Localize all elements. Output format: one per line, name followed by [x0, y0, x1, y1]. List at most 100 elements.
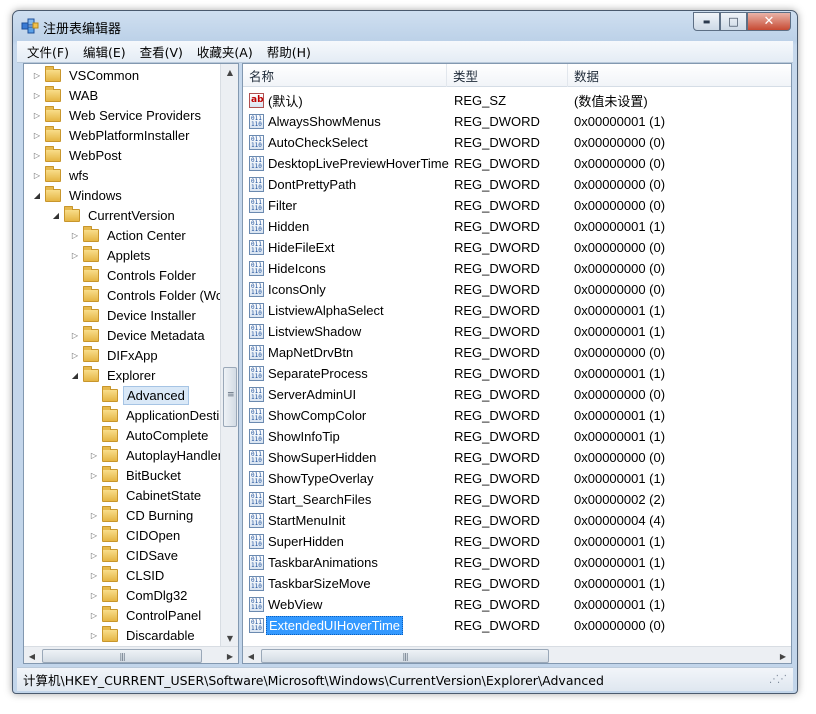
value-row[interactable]: 011 110 ShowTypeOverlay REG_DWORD 0x0000000…	[243, 468, 789, 489]
menu-edit[interactable]: 编辑(E)	[83, 42, 126, 61]
value-row[interactable]: 011 110 SeparateProcess REG_DWORD 0x0000000…	[243, 363, 789, 384]
column-type-header[interactable]: 类型	[447, 64, 568, 87]
collapse-arrow-icon[interactable]: ◢	[70, 370, 80, 380]
tree-item[interactable]: ▷ CIDSave	[89, 545, 181, 565]
tree-item[interactable]: ▷ Applets	[70, 245, 153, 265]
tree-item[interactable]: ▷ BitBucket	[89, 465, 184, 485]
tree-item[interactable]: CabinetState	[89, 485, 204, 505]
resize-grip-icon[interactable]: ⋰⋰	[769, 674, 787, 685]
maximize-button[interactable]: □	[720, 12, 747, 31]
expand-arrow-icon[interactable]: ▷	[32, 70, 42, 80]
minimize-button[interactable]: ▬	[693, 12, 720, 31]
scroll-up-arrow-icon[interactable]: ▲	[222, 64, 238, 80]
collapse-arrow-icon[interactable]: ◢	[51, 210, 61, 220]
value-row[interactable]: 011 110 WebView REG_DWORD 0x00000001 (1)	[243, 594, 789, 615]
tree-item[interactable]: ▷ CD Burning	[89, 505, 196, 525]
value-row[interactable]: 011 110 StartMenuInit REG_DWORD 0x00000004 …	[243, 510, 789, 531]
tree-item[interactable]: ▷ ComDlg32	[89, 585, 190, 605]
expand-arrow-icon[interactable]: ▷	[89, 610, 99, 620]
value-row[interactable]: 011 110 HideIcons REG_DWORD 0x00000000 (0)	[243, 258, 789, 279]
close-button[interactable]: ✕	[747, 12, 791, 31]
tree-item[interactable]: ▷ WAB	[32, 85, 101, 105]
scroll-down-arrow-icon[interactable]: ▼	[222, 630, 238, 646]
value-row[interactable]: 011 110 MapNetDrvBtn REG_DWORD 0x00000000 (…	[243, 342, 789, 363]
values-horizontal-scrollbar[interactable]: ◀ ||| ▶	[243, 646, 791, 663]
tree-item[interactable]: Device Installer	[70, 305, 199, 325]
collapse-arrow-icon[interactable]: ◢	[32, 190, 42, 200]
scroll-left-arrow-icon[interactable]: ◀	[243, 648, 259, 663]
tree-vertical-scrollbar[interactable]: ▲ ≡ ▼	[220, 64, 238, 646]
value-row[interactable]: 011 110 AlwaysShowMenus REG_DWORD 0x0000000…	[243, 111, 789, 132]
tree-item[interactable]: Controls Folder	[70, 265, 199, 285]
tree-item[interactable]: ▷ Device Metadata	[70, 325, 208, 345]
value-row[interactable]: 011 110 IconsOnly REG_DWORD 0x00000000 (0)	[243, 279, 789, 300]
tree-scroll-thumb[interactable]: ≡	[223, 367, 237, 427]
expand-arrow-icon[interactable]: ▷	[70, 230, 80, 240]
value-row[interactable]: 011 110 SuperHidden REG_DWORD 0x00000001 (1…	[243, 531, 789, 552]
tree-horizontal-scrollbar[interactable]: ◀ ||| ▶	[24, 646, 238, 663]
expand-arrow-icon[interactable]: ▷	[32, 110, 42, 120]
value-row[interactable]: 011 110 DontPrettyPath REG_DWORD 0x00000000…	[243, 174, 789, 195]
tree-item[interactable]: ◢ Explorer	[70, 365, 158, 385]
scroll-left-arrow-icon[interactable]: ◀	[24, 648, 40, 663]
expand-arrow-icon[interactable]: ▷	[89, 590, 99, 600]
value-row[interactable]: 011 110 Filter REG_DWORD 0x00000000 (0)	[243, 195, 789, 216]
tree-item[interactable]: ▷ VSCommon	[32, 65, 142, 85]
tree-item[interactable]: ▷ WebPost	[32, 145, 125, 165]
tree-item[interactable]: ▷ Web Service Providers	[32, 105, 204, 125]
scroll-right-arrow-icon[interactable]: ▶	[222, 648, 238, 663]
menu-view[interactable]: 查看(V)	[140, 42, 183, 61]
value-row[interactable]: ab (默认) REG_SZ (数值未设置)	[243, 90, 789, 111]
value-row[interactable]: 011 110 DesktopLivePreviewHoverTime REG_DW…	[243, 153, 789, 174]
value-row[interactable]: 011 110 ListviewShadow REG_DWORD 0x00000001…	[243, 321, 789, 342]
tree-item[interactable]: ▷ CIDOpen	[89, 525, 183, 545]
tree-item[interactable]: ▷ WebPlatformInstaller	[32, 125, 192, 145]
tree-item[interactable]: ◢ Windows	[32, 185, 125, 205]
expand-arrow-icon[interactable]: ▷	[32, 150, 42, 160]
tree-item[interactable]: ApplicationDestin	[89, 405, 220, 425]
menu-file[interactable]: 文件(F)	[27, 42, 69, 61]
column-data-header[interactable]: 数据	[568, 64, 789, 87]
expand-arrow-icon[interactable]: ▷	[32, 170, 42, 180]
tree-item[interactable]: ▷ Discardable	[89, 625, 198, 645]
value-row[interactable]: 011 110 ShowCompColor REG_DWORD 0x00000001 …	[243, 405, 789, 426]
scroll-right-arrow-icon[interactable]: ▶	[775, 648, 791, 663]
expand-arrow-icon[interactable]: ▷	[89, 550, 99, 560]
expand-arrow-icon[interactable]: ▷	[70, 250, 80, 260]
expand-arrow-icon[interactable]: ▷	[89, 450, 99, 460]
value-row[interactable]: 011 110 ShowInfoTip REG_DWORD 0x00000001 (1…	[243, 426, 789, 447]
expand-arrow-icon[interactable]: ▷	[89, 470, 99, 480]
value-row[interactable]: 011 110 HideFileExt REG_DWORD 0x00000000 (0…	[243, 237, 789, 258]
menu-favorites[interactable]: 收藏夹(A)	[197, 42, 253, 61]
value-row[interactable]: 011 110 ExtendedUIHoverTime REG_DWORD 0x000…	[243, 615, 789, 636]
values-hscroll-thumb[interactable]: |||	[261, 649, 549, 663]
tree-item[interactable]: ◢ CurrentVersion	[51, 205, 178, 225]
value-row[interactable]: 011 110 Hidden REG_DWORD 0x00000001 (1)	[243, 216, 789, 237]
tree-item[interactable]: ▷ AutoplayHandler	[89, 445, 220, 465]
column-name-header[interactable]: 名称	[243, 64, 447, 87]
tree-hscroll-thumb[interactable]: |||	[42, 649, 202, 663]
menu-help[interactable]: 帮助(H)	[267, 42, 311, 61]
title-bar[interactable]: 注册表编辑器 ▬ □ ✕	[13, 11, 797, 41]
expand-arrow-icon[interactable]: ▷	[32, 130, 42, 140]
tree-item[interactable]: ▷ Action Center	[70, 225, 189, 245]
tree-item[interactable]: AutoComplete	[89, 425, 211, 445]
expand-arrow-icon[interactable]: ▷	[70, 350, 80, 360]
expand-arrow-icon[interactable]: ▷	[89, 570, 99, 580]
tree-item[interactable]: Advanced	[89, 385, 189, 405]
expand-arrow-icon[interactable]: ▷	[89, 510, 99, 520]
tree-item[interactable]: ▷ DIFxApp	[70, 345, 161, 365]
expand-arrow-icon[interactable]: ▷	[89, 530, 99, 540]
tree-item[interactable]: Controls Folder (Wo	[70, 285, 220, 305]
value-row[interactable]: 011 110 ShowSuperHidden REG_DWORD 0x0000000…	[243, 447, 789, 468]
value-row[interactable]: 011 110 AutoCheckSelect REG_DWORD 0x0000000…	[243, 132, 789, 153]
expand-arrow-icon[interactable]: ▷	[89, 630, 99, 640]
value-row[interactable]: 011 110 ServerAdminUI REG_DWORD 0x00000000 …	[243, 384, 789, 405]
tree-item[interactable]: ▷ ControlPanel	[89, 605, 204, 625]
value-row[interactable]: 011 110 TaskbarAnimations REG_DWORD 0x00000…	[243, 552, 789, 573]
expand-arrow-icon[interactable]: ▷	[32, 90, 42, 100]
value-row[interactable]: 011 110 ListviewAlphaSelect REG_DWORD 0x000…	[243, 300, 789, 321]
expand-arrow-icon[interactable]: ▷	[70, 330, 80, 340]
value-row[interactable]: 011 110 Start_SearchFiles REG_DWORD 0x00000…	[243, 489, 789, 510]
tree-item[interactable]: ▷ wfs	[32, 165, 92, 185]
